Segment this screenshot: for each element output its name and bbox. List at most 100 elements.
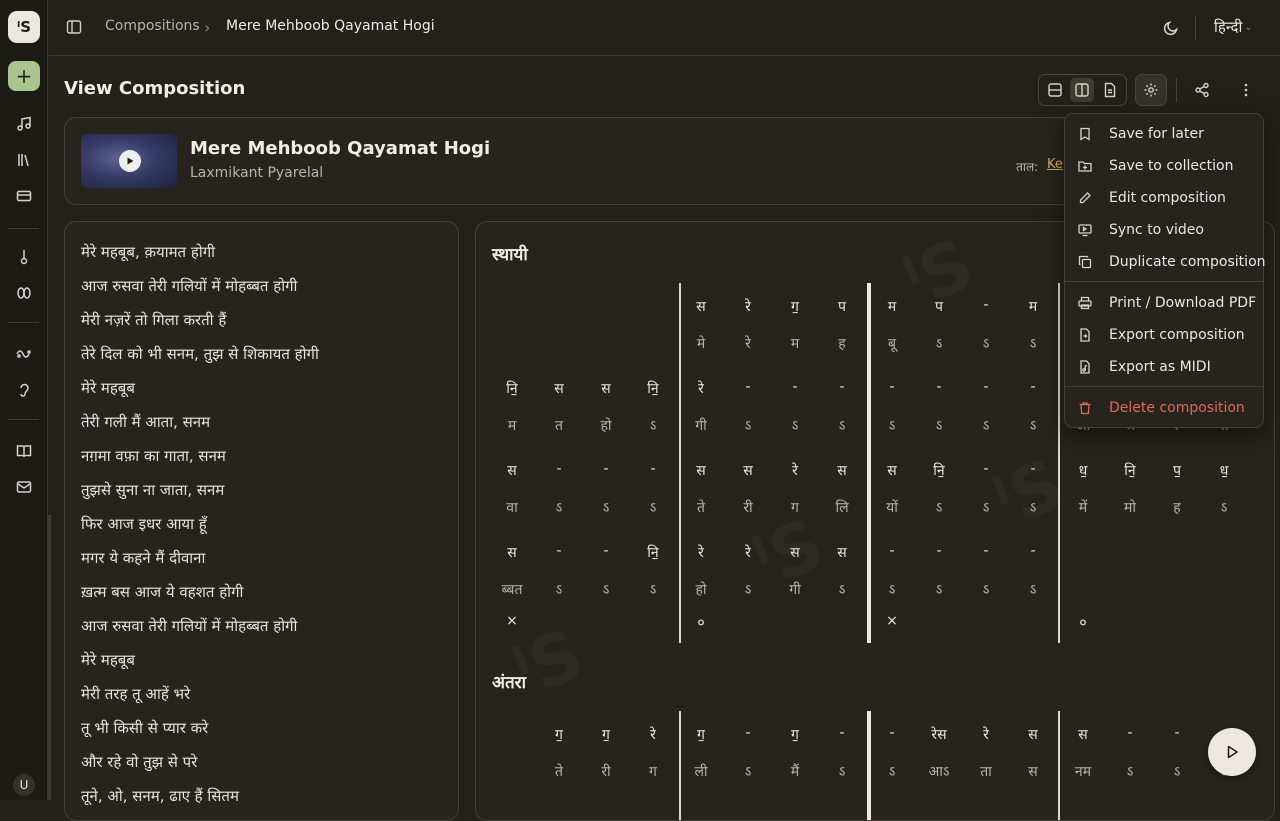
card-icon[interactable] (14, 186, 34, 206)
lyric-line: आज रुसवा तेरी गलियों में मोहब्बत होगी (81, 617, 298, 635)
swar-cell: ग॒ (555, 727, 563, 743)
more-vertical-icon[interactable] (1234, 78, 1258, 102)
swar-cell: नि॒ (1124, 463, 1136, 479)
swar-cell: नि॒ (506, 381, 518, 397)
sidebar-divider (8, 228, 39, 229)
lyric-cell: ऽ (935, 500, 943, 516)
library-icon[interactable] (14, 150, 34, 170)
swar-cell: स (1028, 727, 1038, 743)
menu-item-label: Save for later (1109, 126, 1204, 142)
lyric-cell: ऽ (838, 764, 846, 780)
language-label: हिन्दी (1214, 18, 1243, 36)
play-icon (1227, 745, 1238, 759)
lyric-cell: ते (555, 764, 563, 780)
tabla-icon[interactable] (14, 283, 34, 303)
menu-item-delete-composition[interactable]: Delete composition (1065, 393, 1263, 423)
swar-cell: रे (698, 545, 704, 561)
menu-item-save-to-collection[interactable]: Save to collection (1065, 151, 1263, 181)
swar-cell: स (507, 545, 517, 561)
lyric-line: नग़मा वफ़ा का गाता, सनम (81, 447, 226, 465)
taal-link[interactable]: Ke (1047, 157, 1063, 172)
lyric-cell: ऽ (888, 582, 896, 598)
lyric-line: और रहे वो तुझ से परे (81, 753, 198, 771)
lyric-cell: बू (888, 336, 896, 352)
menu-item-print-download-pdf[interactable]: Print / Download PDF (1065, 288, 1263, 318)
floating-play-button[interactable] (1208, 728, 1256, 776)
menu-item-label: Export composition (1109, 327, 1245, 343)
app-logo[interactable]: ˡS (8, 11, 40, 43)
breadcrumb-compositions[interactable]: Compositions (105, 18, 200, 34)
swar-cell: स (696, 299, 706, 315)
lyric-cell: ऽ (935, 336, 943, 352)
lyric-cell: ता (980, 764, 992, 780)
swar-cell: प (838, 299, 846, 315)
lyric-cell: में (1078, 500, 1088, 516)
toolbar-divider (1176, 78, 1177, 102)
swar-cell: स (837, 463, 847, 479)
lyric-cell: ऽ (1029, 418, 1037, 434)
swar-cell: नि॒ (647, 545, 659, 561)
menu-item-duplicate-composition[interactable]: Duplicate composition (1065, 247, 1266, 277)
book-icon[interactable] (14, 441, 34, 461)
menu-item-label: Delete composition (1109, 400, 1245, 416)
sidebar: ˡS + U (0, 0, 48, 800)
layout-columns-icon[interactable] (1070, 78, 1095, 102)
lyric-cell: मे (696, 336, 706, 352)
menu-item-save-for-later[interactable]: Save for later (1065, 119, 1263, 149)
lyric-cell: त (555, 418, 563, 434)
lyric-line: मेरे महबूब (81, 651, 135, 669)
swar-cell: - (983, 379, 989, 395)
play-icon[interactable] (119, 150, 141, 172)
folder-plus-icon (1077, 158, 1093, 174)
gear-icon[interactable] (1135, 74, 1167, 106)
mail-icon[interactable] (14, 477, 34, 497)
menu-separator (1065, 281, 1263, 282)
layout-rows-icon[interactable] (1043, 78, 1067, 102)
ear-icon[interactable] (14, 380, 34, 400)
monitor-play-icon (1077, 222, 1093, 238)
menu-item-export-as-midi[interactable]: Export as MIDI (1065, 352, 1263, 382)
lyric-cell: ऽ (838, 418, 846, 434)
moon-icon[interactable] (1163, 20, 1179, 36)
lyric-cell: मो (1124, 500, 1136, 516)
song-title: Mere Mehboob Qayamat Hogi (190, 138, 491, 159)
lyric-cell: ऽ (649, 418, 657, 434)
composition-actions-menu: Save for later Save to collection Edit c… (1064, 113, 1266, 428)
lyric-line: तेरी गली मैं आता, सनम (81, 413, 211, 431)
language-selector[interactable]: हिन्दी ⌄ (1214, 17, 1253, 37)
swar-cell: म (887, 299, 897, 315)
music-note-icon[interactable] (14, 114, 34, 134)
sitar-icon[interactable] (14, 247, 34, 267)
lyric-line: तुझसे सुना ना जाता, सनम (81, 481, 225, 499)
menu-item-label: Export as MIDI (1109, 359, 1211, 375)
menu-item-export-composition[interactable]: Export composition (1065, 320, 1263, 350)
menu-item-edit-composition[interactable]: Edit composition (1065, 183, 1263, 213)
sidebar-divider (8, 419, 39, 420)
bookmark-icon (1077, 126, 1093, 142)
wave-icon[interactable] (14, 344, 34, 364)
swar-cell: - (1030, 379, 1036, 395)
lyric-cell: गी (789, 582, 801, 598)
breadcrumb-current: Mere Mehboob Qayamat Hogi (226, 18, 435, 34)
swar-cell: स (1078, 727, 1088, 743)
antara-title: अंतरा (492, 673, 527, 693)
swar-cell: - (1127, 725, 1133, 741)
user-avatar[interactable]: U (13, 774, 35, 796)
swar-cell: - (936, 543, 942, 559)
swar-cell: - (745, 379, 751, 395)
lyric-cell: म (507, 418, 517, 434)
video-thumbnail[interactable] (81, 134, 177, 188)
add-button[interactable]: + (8, 61, 40, 91)
lyric-cell: ऽ (744, 418, 752, 434)
sidebar-resize-handle[interactable] (48, 515, 51, 800)
sidebar-toggle-icon[interactable] (66, 19, 82, 35)
lyric-cell: म (790, 336, 800, 352)
menu-item-label: Print / Download PDF (1109, 295, 1257, 311)
lyric-cell: ब्बत (501, 582, 523, 598)
lyric-cell: ऽ (555, 500, 563, 516)
document-icon[interactable] (1098, 78, 1122, 102)
menu-item-label: Save to collection (1109, 158, 1234, 174)
swar-cell: ग॒ (791, 299, 799, 315)
menu-item-sync-to-video[interactable]: Sync to video (1065, 215, 1263, 245)
share-icon[interactable] (1190, 78, 1214, 102)
